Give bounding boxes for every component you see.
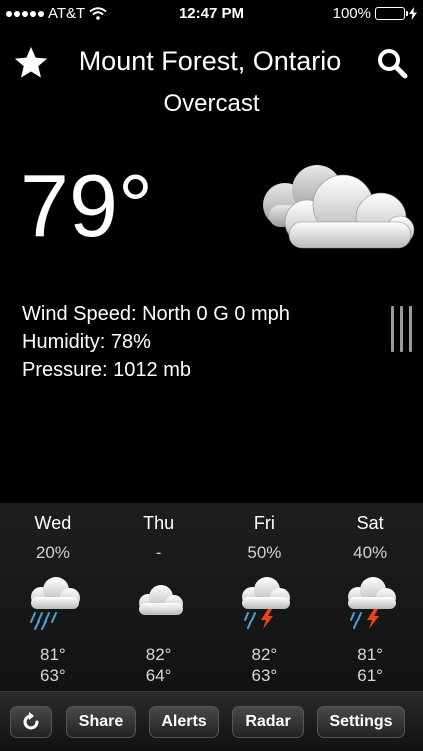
favorite-button[interactable] (12, 44, 50, 82)
wind-speed: Wind Speed: North 0 G 0 mph (22, 303, 290, 325)
forecast-high: 82° (145, 645, 172, 664)
radar-button[interactable]: Radar (232, 706, 304, 738)
battery-percent: 100% (332, 5, 371, 22)
bottom-toolbar: Share Alerts Radar Settings (0, 691, 423, 751)
forecast-high: 82° (251, 645, 278, 664)
battery-icon (375, 7, 408, 20)
location-title[interactable]: Mount Forest, Ontario (60, 46, 360, 77)
current-details: Wind Speed: North 0 G 0 mph Humidity: 78… (22, 300, 290, 384)
search-icon (378, 49, 408, 79)
pressure: Pressure: 1012 mb (22, 359, 191, 381)
forecast-day[interactable]: Wed 20% 81° 63° (0, 503, 106, 691)
forecast-day[interactable]: Sat 40% 81° 61° (317, 503, 423, 691)
forecast-day-name: Wed (34, 513, 72, 533)
alerts-button[interactable]: Alerts (149, 706, 219, 738)
forecast-precip: - (155, 543, 162, 562)
settings-button[interactable]: Settings (317, 706, 405, 738)
forecast-day-name: Sat (356, 513, 384, 533)
forecast-precip: 50% (247, 543, 282, 562)
status-bar: AT&T 12:47 PM 100% (0, 0, 423, 28)
cloudy-icon (263, 165, 415, 249)
drawer-handle[interactable] (389, 306, 417, 354)
forecast-day-name: Thu (143, 513, 175, 533)
refresh-icon (23, 712, 39, 730)
forecast-low: 64° (145, 666, 172, 685)
forecast-day[interactable]: Thu - 82° 64° (106, 503, 212, 691)
current-temperature: 79° (20, 156, 154, 255)
forecast-low: 63° (40, 666, 66, 685)
refresh-button[interactable] (10, 706, 52, 738)
thunderstorm-icon (242, 577, 291, 629)
status-right: 100% (333, 5, 417, 22)
humidity: Humidity: 78% (22, 331, 151, 353)
forecast-high: 81° (40, 645, 66, 664)
forecast-low: 61° (357, 666, 383, 685)
forecast-precip: 20% (35, 543, 70, 562)
forecast-low: 63° (251, 666, 278, 685)
rain-icon (29, 577, 80, 630)
star-icon (14, 46, 48, 78)
cloudy-icon (138, 585, 183, 615)
search-button[interactable] (372, 44, 412, 84)
thunderstorm-icon (348, 577, 397, 629)
forecast-day-name: Fri (253, 513, 275, 533)
forecast-precip: 40% (353, 543, 388, 562)
forecast-high: 81° (357, 645, 383, 664)
current-condition: Overcast (163, 90, 260, 117)
forecast-day[interactable]: Fri 50% 82° 63° (212, 503, 318, 691)
forecast-strip: Wed 20% 81° 63° Thu - 82° 64° Fri 50% 82… (0, 503, 423, 691)
share-button[interactable]: Share (66, 706, 136, 738)
charging-bolt-icon (409, 7, 417, 20)
